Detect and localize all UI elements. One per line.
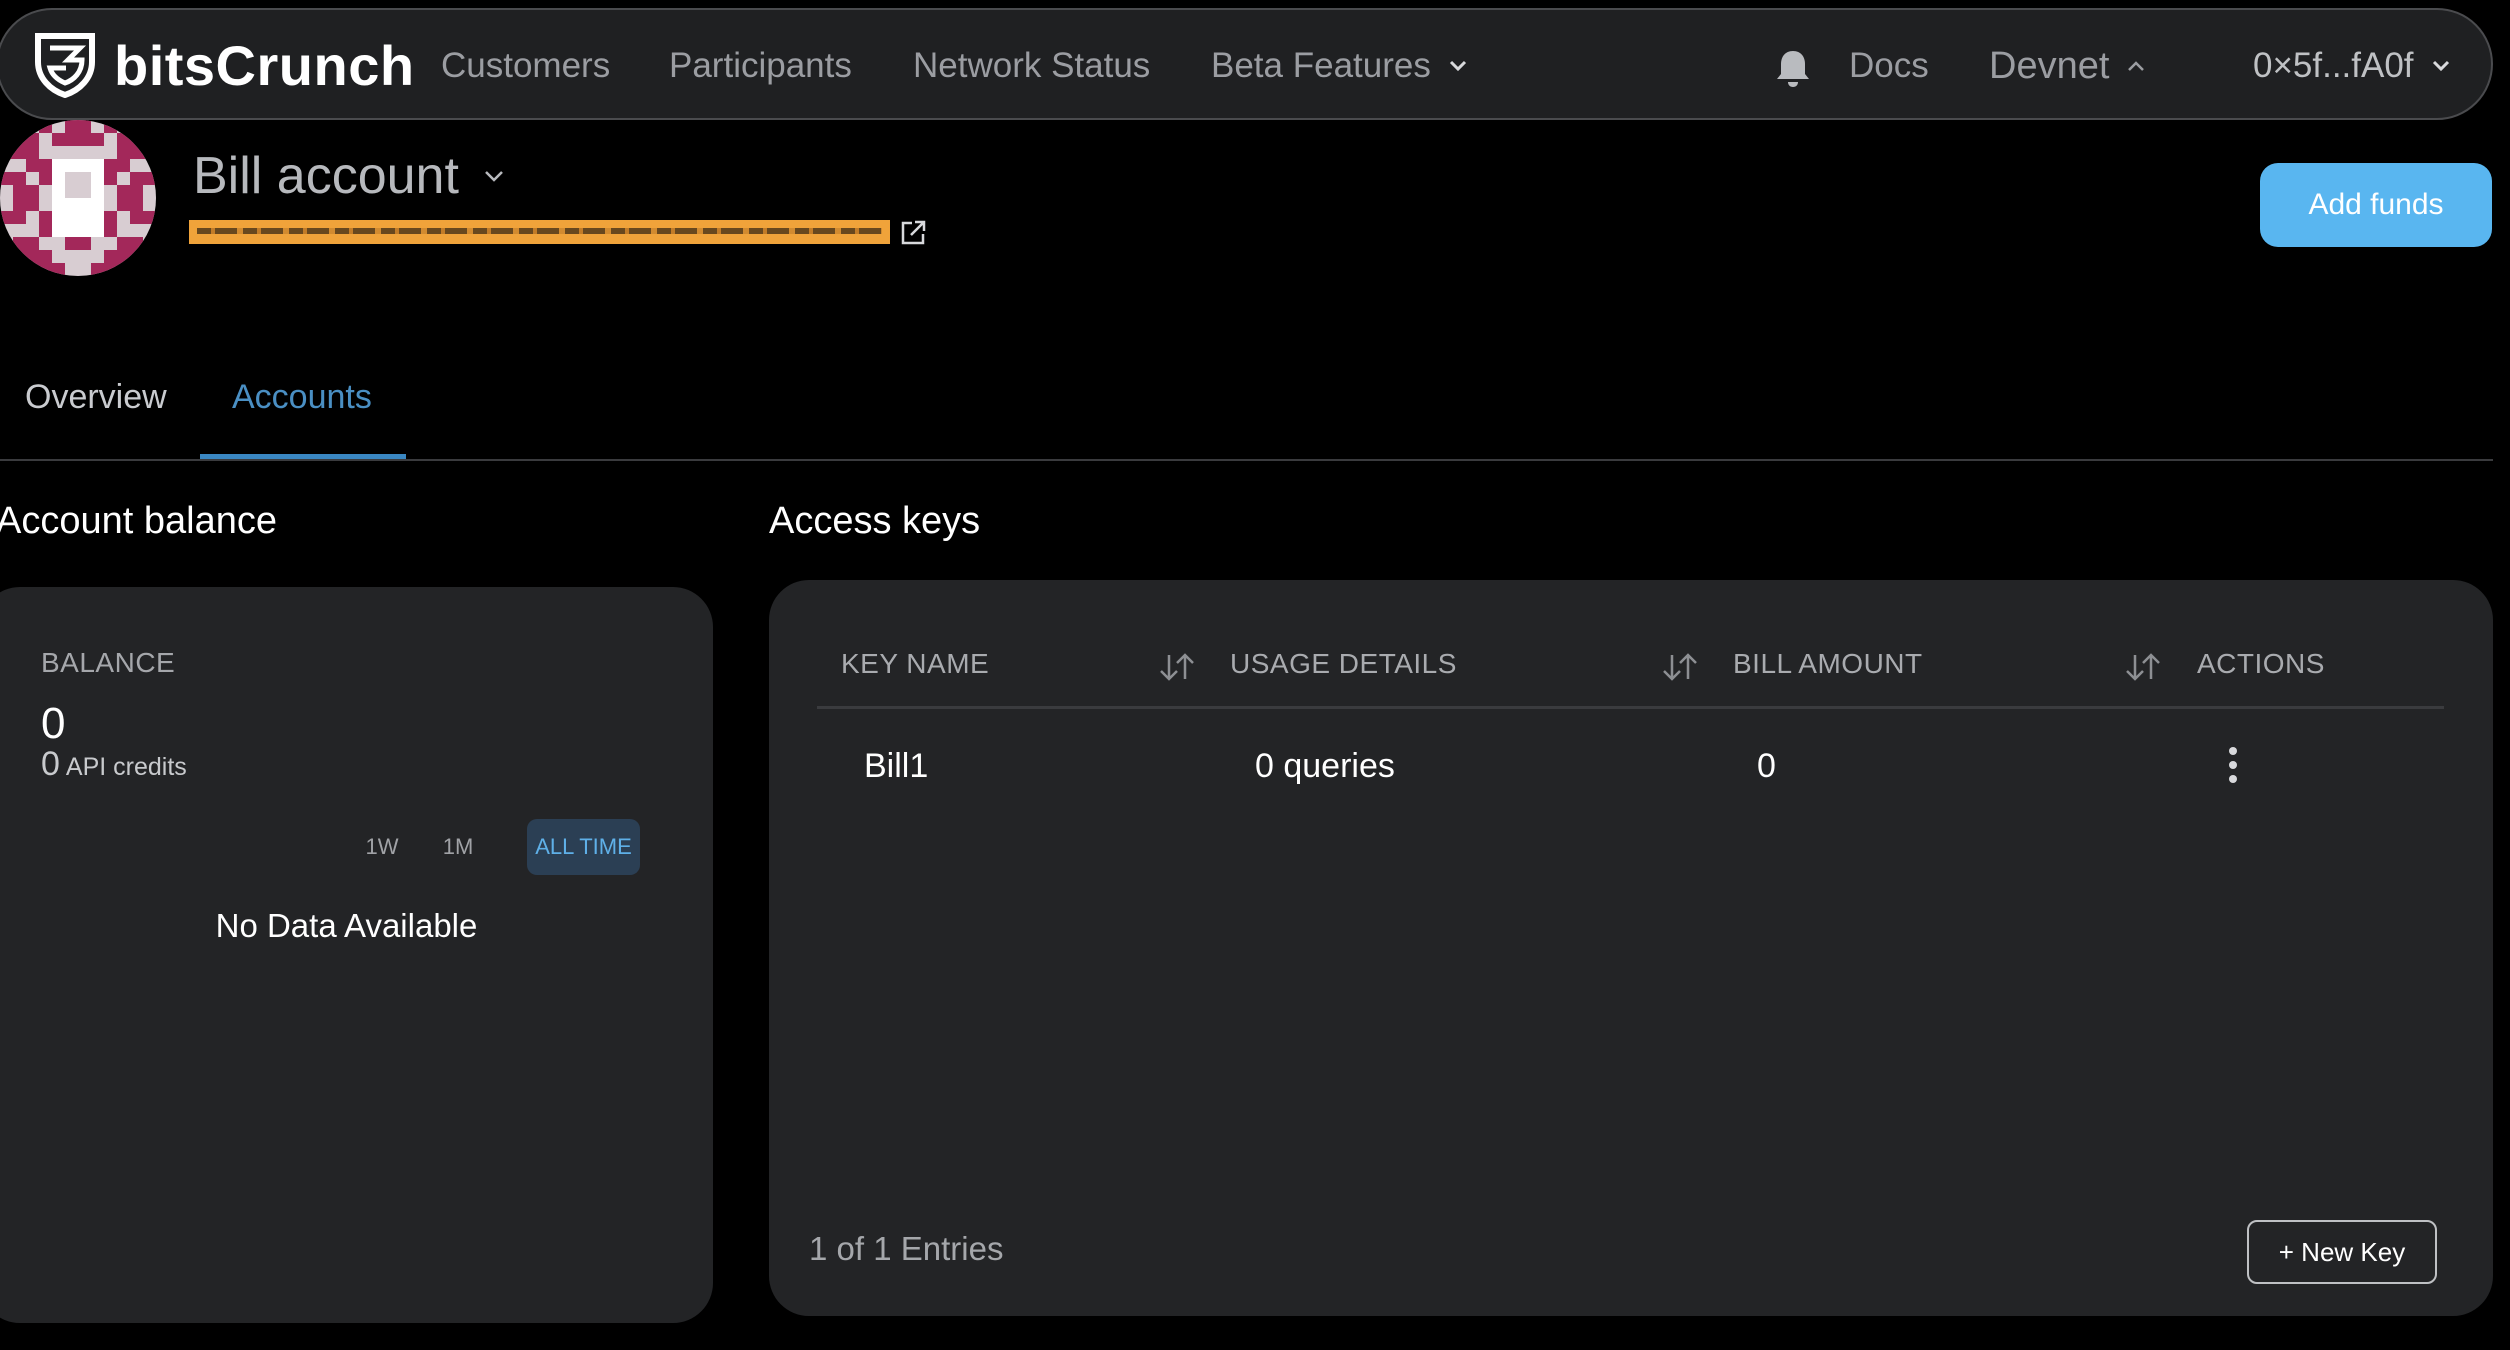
table-header-divider	[817, 706, 2444, 709]
range-1w-button[interactable]: 1W	[360, 819, 404, 875]
column-header-usage-details[interactable]: USAGE DETAILS	[1230, 648, 1457, 680]
bill-amount-cell: 0	[1757, 747, 1776, 785]
kebab-menu-icon[interactable]	[2227, 745, 2239, 785]
column-header-actions: ACTIONS	[2197, 648, 2325, 679]
network-selector[interactable]: Devnet	[1989, 10, 2147, 122]
balance-label: BALANCE	[41, 647, 176, 678]
api-credits-label: API credits	[65, 753, 187, 781]
bell-icon[interactable]	[1774, 48, 1812, 88]
nav-participants[interactable]: Participants	[669, 10, 852, 122]
wallet-address: 0×5f...fA0f	[2253, 46, 2414, 85]
tabs-divider	[0, 459, 2493, 461]
account-balance-title: Account balance	[0, 500, 277, 542]
access-keys-card: KEY NAME USAGE DETAILS BILL AMOUNT ACTIO…	[769, 580, 2493, 1316]
sort-icon[interactable]	[2123, 651, 2163, 683]
entries-count: 1 of 1 Entries	[809, 1230, 1004, 1267]
access-keys-title: Access keys	[769, 500, 981, 542]
top-navbar: bitsCrunch Customers Participants Networ…	[0, 8, 2493, 120]
avatar	[0, 120, 156, 276]
range-1m-button[interactable]: 1M	[436, 819, 480, 875]
balance-value: 0	[41, 699, 66, 748]
brand[interactable]: bitsCrunch	[32, 32, 415, 98]
account-address-redacted	[189, 220, 890, 244]
account-title: Bill account	[193, 147, 459, 205]
column-header-key-name[interactable]: KEY NAME	[841, 648, 989, 680]
add-funds-button[interactable]: Add funds	[2260, 163, 2492, 247]
api-credits-value: 0	[41, 745, 60, 783]
tab-accounts[interactable]: Accounts	[232, 378, 372, 417]
nav-beta-features[interactable]: Beta Features	[1211, 10, 1469, 122]
chevron-down-icon	[2432, 60, 2449, 72]
balance-card: BALANCE 0 0 API credits 1W 1M ALL TIME No…	[0, 587, 713, 1323]
nav-docs[interactable]: Docs	[1849, 10, 1929, 122]
tab-overview[interactable]: Overview	[25, 378, 167, 417]
new-key-button[interactable]: + New Key	[2247, 1220, 2437, 1284]
key-name-cell: Bill1	[864, 747, 929, 785]
sort-icon[interactable]	[1660, 651, 1700, 683]
chevron-down-icon	[1449, 60, 1466, 72]
bitscrunch-logo-icon	[35, 33, 95, 98]
nav-network-status[interactable]: Network Status	[913, 10, 1150, 122]
nav-customers[interactable]: Customers	[441, 10, 610, 122]
external-link-icon[interactable]	[898, 218, 928, 248]
chevron-up-icon	[2128, 61, 2145, 71]
wallet-selector[interactable]: 0×5f...fA0f	[2253, 10, 2452, 122]
network-label: Devnet	[1989, 44, 2110, 87]
no-data-message: No Data Available	[215, 907, 478, 944]
brand-name: bitsCrunch	[114, 33, 415, 97]
column-header-bill-amount[interactable]: BILL AMOUNT	[1733, 648, 1923, 680]
range-all-time-button[interactable]: ALL TIME	[527, 819, 640, 875]
chevron-down-icon	[485, 171, 503, 182]
nav-beta-features-label: Beta Features	[1211, 46, 1431, 85]
api-credits: 0 API credits	[41, 745, 187, 784]
usage-details-cell: 0 queries	[1255, 747, 1395, 785]
account-selector[interactable]: Bill account	[193, 146, 507, 206]
sort-icon[interactable]	[1157, 651, 1197, 683]
